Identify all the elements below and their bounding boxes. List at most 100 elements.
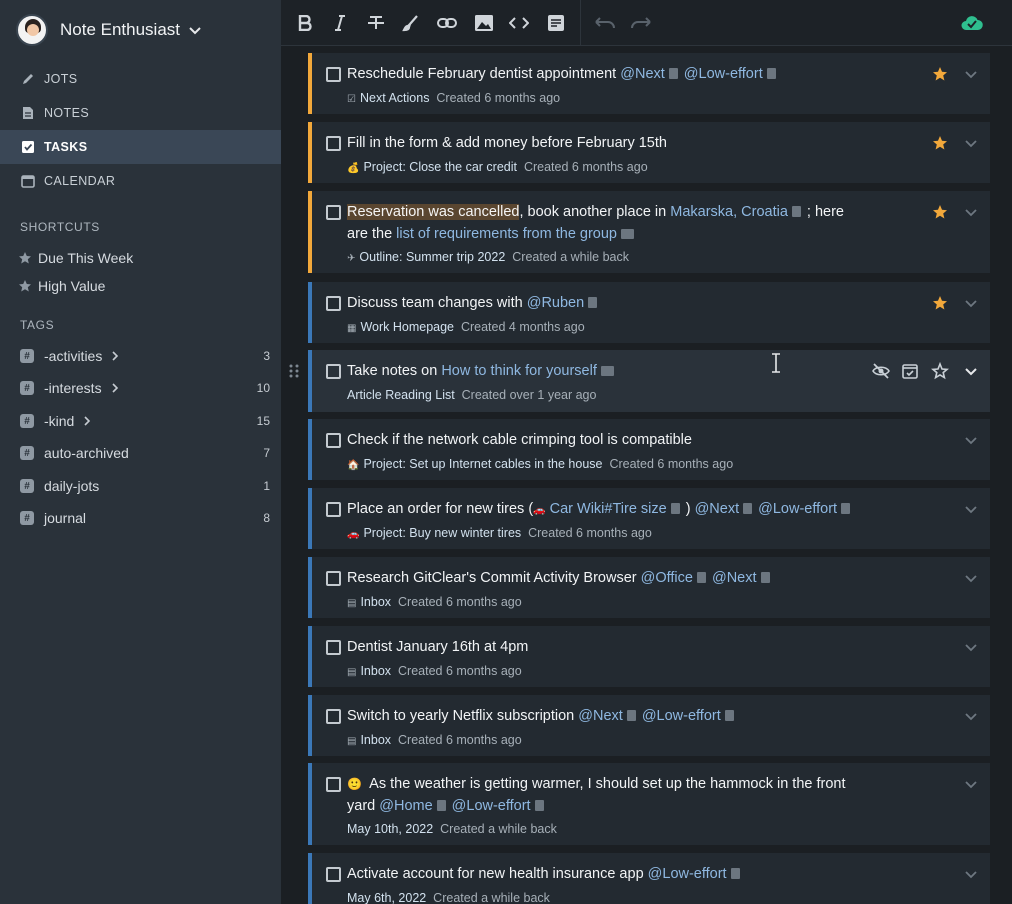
note-link[interactable]: list of requirements from the group [396,226,617,242]
task-row[interactable]: Dentist January 16th at 4pm ▤ Inbox Creat… [308,626,990,687]
task-checkbox[interactable] [326,67,341,82]
chevron-down-icon[interactable] [964,205,978,219]
chevron-down-icon[interactable] [964,433,978,447]
star-filled-icon[interactable] [932,66,948,82]
context-link[interactable]: @Low-effort [642,708,721,724]
tag-item[interactable]: # daily-jots 1 [20,474,270,498]
cloud-sync-icon[interactable] [961,12,983,34]
task-row[interactable]: Discuss team changes with @Ruben ▦ Work H… [308,282,990,343]
task-checkbox[interactable] [326,709,341,724]
tag-item[interactable]: # -activities 3 [20,344,270,368]
hide-icon[interactable] [872,362,890,380]
highlight-icon[interactable] [400,12,422,34]
task-row[interactable]: Check if the network cable crimping tool… [308,419,990,480]
task-checkbox[interactable] [326,205,341,220]
chevron-down-icon[interactable] [964,777,978,791]
chevron-down-icon[interactable] [964,709,978,723]
context-link[interactable]: @Office [641,570,693,586]
context-link[interactable]: @Next [695,501,740,517]
task-checkbox[interactable] [326,777,341,792]
context-link[interactable]: @Low-effort [684,66,763,82]
context-link[interactable]: @Low-effort [648,866,727,882]
task-project-link[interactable]: Outline: Summer trip 2022 [359,250,505,264]
chevron-right-icon[interactable] [110,382,120,394]
task-project-link[interactable]: Next Actions [360,91,429,105]
tag-item[interactable]: # journal 8 [20,506,270,530]
chevron-down-icon[interactable] [964,364,978,378]
task-row[interactable]: Reschedule February dentist appointment … [308,53,990,114]
star-filled-icon[interactable] [932,135,948,151]
tag-item[interactable]: # auto-archived 7 [20,441,270,465]
redo-icon[interactable] [630,12,652,34]
task-checkbox[interactable] [326,867,341,882]
note-link[interactable]: Car Wiki#Tire size [550,501,667,517]
note-link[interactable]: Makarska, Croatia [670,204,788,220]
image-icon[interactable] [473,12,495,34]
task-project-link[interactable]: Inbox [360,664,391,678]
task-project-link[interactable]: Inbox [360,595,391,609]
context-link[interactable]: @Next [712,570,757,586]
chevron-down-icon[interactable] [964,296,978,310]
block-icon[interactable] [545,12,567,34]
account-switcher[interactable]: Note Enthusiast [16,12,202,48]
task-project-link[interactable]: Project: Buy new winter tires [363,526,521,540]
task-checkbox[interactable] [326,296,341,311]
chevron-down-icon[interactable] [964,502,978,516]
task-date-link[interactable]: May 6th, 2022 [347,891,426,904]
tag-item[interactable]: # -kind 15 [20,409,270,433]
task-row[interactable]: Research GitClear's Commit Activity Brow… [308,557,990,618]
nav-tasks[interactable]: TASKS [0,130,281,164]
task-row[interactable]: Switch to yearly Netflix subscription @N… [308,695,990,756]
nav-calendar[interactable]: CALENDAR [0,164,281,198]
task-row[interactable]: Activate account for new health insuranc… [308,853,990,904]
task-checkbox[interactable] [326,502,341,517]
nav-notes[interactable]: NOTES [0,96,281,130]
task-project-link[interactable]: Project: Set up Internet cables in the h… [363,457,602,471]
task-date-link[interactable]: May 10th, 2022 [347,822,433,836]
task-project-link[interactable]: Work Homepage [360,320,454,334]
tag-item[interactable]: # -interests 10 [20,376,270,400]
link-icon[interactable] [436,12,458,34]
task-row[interactable]: Reservation was cancelled, book another … [308,191,990,273]
nav-jots[interactable]: JOTS [0,62,281,96]
task-checkbox[interactable] [326,640,341,655]
drag-handle-icon[interactable] [288,363,300,379]
task-checkbox[interactable] [326,136,341,151]
context-link[interactable]: @Low-effort [758,501,837,517]
undo-icon[interactable] [594,12,616,34]
calendar-check-icon[interactable] [901,362,919,380]
task-checkbox[interactable] [326,433,341,448]
code-icon[interactable] [508,12,530,34]
task-project-link[interactable]: Inbox [360,733,391,747]
task-row[interactable]: Take notes on How to think for yourself … [308,350,990,412]
star-filled-icon[interactable] [932,295,948,311]
task-row[interactable]: Place an order for new tires (🚗 Car Wiki#… [308,488,990,549]
context-link[interactable]: @Next [578,708,623,724]
chevron-down-icon[interactable] [964,571,978,585]
task-checkbox[interactable] [326,571,341,586]
chevron-right-icon[interactable] [110,350,120,362]
strikethrough-icon[interactable] [365,12,387,34]
italic-icon[interactable] [329,12,351,34]
shortcut-item[interactable]: High Value [18,278,105,294]
task-text: are the [347,226,397,242]
context-link[interactable]: @Home [379,798,432,814]
chevron-down-icon[interactable] [964,867,978,881]
shortcut-item[interactable]: Due This Week [18,250,133,266]
bold-icon[interactable] [294,12,316,34]
chevron-down-icon[interactable] [964,136,978,150]
task-row[interactable]: Fill in the form & add money before Febr… [308,122,990,183]
star-outline-icon[interactable] [931,362,949,380]
task-row[interactable]: 🙂 As the weather is getting warmer, I sh… [308,763,990,845]
task-project-link[interactable]: Project: Close the car credit [363,160,517,174]
chevron-down-icon[interactable] [964,640,978,654]
chevron-right-icon[interactable] [82,415,92,427]
task-project-link[interactable]: Article Reading List [347,388,455,402]
context-link[interactable]: @Next [620,66,665,82]
star-filled-icon[interactable] [932,204,948,220]
task-checkbox[interactable] [326,364,341,379]
context-link[interactable]: @Ruben [527,295,584,311]
chevron-down-icon[interactable] [964,67,978,81]
note-link[interactable]: How to think for yourself [441,363,597,379]
context-link[interactable]: @Low-effort [452,798,531,814]
